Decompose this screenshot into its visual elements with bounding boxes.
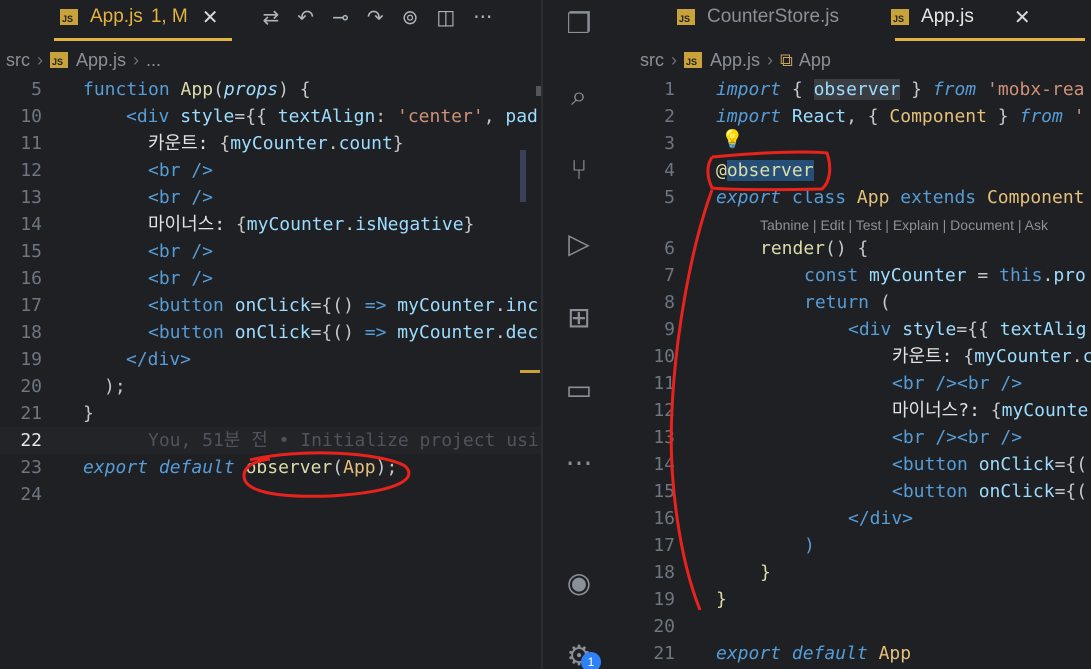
code-line: 16 <br /> bbox=[20, 268, 214, 289]
breadcrumb-symbol[interactable]: App bbox=[799, 50, 831, 71]
accounts-icon[interactable]: ◉ bbox=[561, 565, 597, 601]
more-icon[interactable]: ··· bbox=[561, 446, 597, 482]
git-graph-icon[interactable]: ⊚ bbox=[402, 5, 419, 29]
code-line: 7 const myCounter = this.pro bbox=[664, 265, 1086, 286]
active-tab-underline bbox=[54, 38, 232, 41]
chevron-right-icon: › bbox=[767, 49, 774, 70]
code-line: 2 import React, { Component } from ' bbox=[664, 106, 1085, 127]
left-editor-pane: JS App.js 1, M ✕ ⇄ ↶ ⊸ ↷ ⊚ ◫ ··· src › J… bbox=[0, 0, 543, 669]
previous-change-icon[interactable]: ↶ bbox=[297, 5, 314, 29]
code-line: 18 <button onClick={() => myCounter.dec bbox=[20, 322, 539, 343]
commit-icon[interactable]: ⊸ bbox=[332, 5, 349, 29]
close-icon[interactable]: ✕ bbox=[202, 5, 219, 29]
split-editor-icon[interactable]: ◫ bbox=[436, 5, 455, 29]
git-blame-inline: You, 51분 전 • Initialize project usi bbox=[148, 430, 539, 451]
code-line: 9 <div style={{ textAlig bbox=[664, 319, 1087, 340]
code-line: 19} bbox=[653, 589, 727, 610]
scrollbar-marker bbox=[520, 370, 540, 373]
extensions-icon[interactable]: ⊞ bbox=[561, 300, 597, 336]
breadcrumb: src › JS App.js › ... bbox=[6, 46, 161, 74]
code-line: 11 카운트: {myCounter.count} bbox=[20, 133, 404, 154]
breadcrumb-src[interactable]: src bbox=[640, 50, 664, 71]
left-tab-bar: JS App.js 1, M ✕ ⇄ ↶ ⊸ ↷ ⊚ ◫ ··· bbox=[0, 0, 543, 34]
code-line: 15 <br /> bbox=[20, 241, 214, 262]
code-line: 20); bbox=[20, 376, 126, 397]
code-line: 19 </div> bbox=[20, 349, 192, 370]
lightbulb-icon[interactable]: 💡 bbox=[721, 126, 743, 153]
code-line: 13 <br /><br /> bbox=[653, 427, 1023, 448]
code-line: 4 @observer bbox=[664, 160, 814, 181]
tab-counterstore-js[interactable]: JS CounterStore.js bbox=[615, 0, 853, 34]
code-line: 21} bbox=[20, 403, 94, 424]
code-line: 6 render() { bbox=[664, 238, 869, 259]
source-control-icon[interactable]: ⑂ bbox=[561, 152, 597, 188]
breadcrumb-more[interactable]: ... bbox=[146, 50, 161, 71]
chevron-right-icon: › bbox=[37, 49, 43, 70]
code-line: 16 </div> bbox=[653, 508, 914, 529]
more-actions-icon[interactable]: ··· bbox=[473, 5, 492, 29]
chevron-right-icon: › bbox=[133, 49, 140, 70]
code-line: 12 마이너스?: {myCounter bbox=[653, 400, 1091, 421]
code-line: 15 <button onClick={( bbox=[653, 481, 1088, 502]
code-line: 5 function App(props) { bbox=[31, 79, 311, 100]
code-line: 17) bbox=[653, 535, 815, 556]
chevron-right-icon: › bbox=[671, 49, 677, 70]
run-debug-icon[interactable]: ▷ bbox=[561, 226, 597, 262]
js-file-icon: JS bbox=[60, 9, 78, 25]
tab-status: 1, M bbox=[150, 6, 188, 27]
tab-app-js-left[interactable]: JS App.js 1, M ✕ bbox=[0, 0, 233, 34]
breadcrumb-file[interactable]: App.js bbox=[710, 50, 760, 71]
code-line: 12 <br /> bbox=[20, 160, 214, 181]
accounts-badge: 1 bbox=[581, 652, 601, 669]
compare-changes-icon[interactable]: ⇄ bbox=[263, 5, 280, 29]
search-icon[interactable]: ⌕ bbox=[561, 78, 597, 114]
code-line: 23 export default observer(App); bbox=[20, 457, 398, 478]
code-line: 17 <button onClick={() => myCounter.inc bbox=[20, 295, 539, 316]
code-line: 13 <br /> bbox=[20, 187, 214, 208]
activity-bar: ❐ ⌕ ⑂ ▷ ⊞ ▭ ··· ◉ ⚙ 1 bbox=[543, 0, 615, 669]
code-line: 24 bbox=[20, 484, 42, 505]
code-line: 14 <button onClick={( bbox=[653, 454, 1088, 475]
js-file-icon: JS bbox=[50, 52, 68, 68]
js-file-icon: JS bbox=[677, 9, 695, 25]
code-line: 8 return ( bbox=[664, 292, 891, 313]
tab-label: App.js bbox=[90, 6, 143, 27]
code-line: 10 <div style={{ textAlign: 'center', pad bbox=[20, 106, 538, 127]
next-change-icon[interactable]: ↷ bbox=[367, 5, 384, 29]
code-line: 11 <br /><br /> bbox=[653, 373, 1023, 394]
breadcrumb-file[interactable]: App.js bbox=[76, 50, 126, 71]
code-line: 14 마이너스: {myCounter.isNegative} bbox=[20, 214, 475, 235]
tab-label: CounterStore.js bbox=[707, 6, 840, 27]
code-line: 5 export class App extends Component bbox=[664, 187, 1085, 208]
code-line: 10 카운트: {myCounter.c bbox=[653, 346, 1091, 367]
tab-label: App.js bbox=[921, 6, 974, 27]
class-symbol-icon: ⧉ bbox=[780, 49, 793, 70]
close-icon[interactable]: ✕ bbox=[1014, 5, 1031, 29]
right-window: ❐ ⌕ ⑂ ▷ ⊞ ▭ ··· ◉ ⚙ 1 JS CounterStore.js… bbox=[543, 0, 1091, 669]
code-line: 18} bbox=[653, 562, 771, 583]
code-line-current: 22 You, 51분 전 • Initialize project usi bbox=[0, 427, 541, 454]
scrollbar-marker bbox=[520, 150, 526, 202]
code-line: 3 💡 bbox=[615, 129, 743, 157]
explorer-icon[interactable]: ❐ bbox=[561, 6, 597, 42]
code-line: 1 import { observer } from 'mobx-rea bbox=[664, 79, 1085, 100]
code-line: 20 bbox=[653, 616, 675, 637]
tabnine-codelens[interactable]: Tabnine | Edit | Test | Explain | Docume… bbox=[760, 217, 1048, 233]
tab-app-js-right[interactable]: JS App.js ✕ bbox=[853, 0, 1045, 34]
active-tab-underline bbox=[895, 38, 1085, 41]
js-file-icon: JS bbox=[891, 9, 910, 25]
breadcrumb-src[interactable]: src bbox=[6, 50, 30, 71]
breadcrumb: src › JS App.js › ⧉ App bbox=[640, 46, 831, 74]
right-tab-bar: JS CounterStore.js JS App.js ✕ bbox=[615, 0, 1091, 34]
code-line: 21 export default App bbox=[653, 643, 912, 664]
js-file-icon: JS bbox=[684, 52, 702, 68]
remote-explorer-icon[interactable]: ▭ bbox=[561, 372, 597, 408]
